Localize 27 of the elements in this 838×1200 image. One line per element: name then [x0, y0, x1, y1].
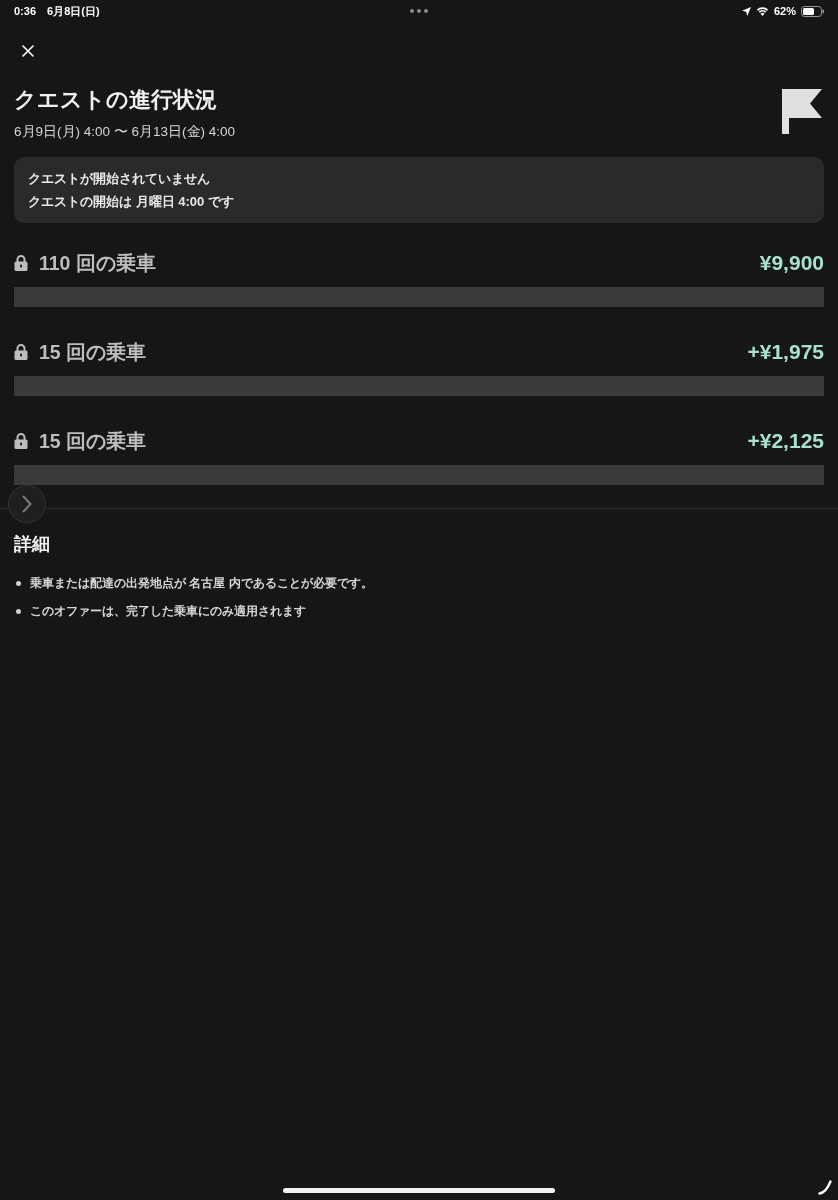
location-arrow-icon	[741, 6, 751, 16]
tier-label: 15 回の乗車	[39, 429, 147, 454]
details-heading: 詳細	[14, 533, 51, 556]
notice-text: クエストの開始は 月曜日 4:00 です	[28, 193, 235, 211]
battery-percentage: 62%	[773, 4, 796, 18]
page-title: クエストの進行状況	[14, 86, 218, 114]
close-icon	[22, 45, 34, 57]
status-time: 0:36	[14, 4, 37, 18]
quest-date-range: 6月9日(月) 4:00 〜 6月13日(金) 4:00	[14, 123, 236, 141]
chevron-right-icon	[22, 495, 32, 513]
curved-stroke-icon	[818, 1180, 832, 1195]
multitasking-dots-icon[interactable]	[410, 9, 428, 13]
tier-reward: +¥2,125	[747, 428, 824, 454]
tier-reward: ¥9,900	[759, 250, 824, 276]
detail-text: 乗車または配達の出発地点が 名古屋 内であることが必要です。	[30, 575, 373, 592]
notice-text: クエストが開始されていません	[28, 170, 211, 188]
wifi-icon	[755, 6, 769, 16]
tier-label: 15 回の乗車	[39, 340, 147, 365]
status-date: 6月8日(日)	[47, 4, 100, 18]
bullet-icon	[16, 580, 21, 586]
tier-label: 110 回の乗車	[39, 251, 156, 276]
bullet-icon	[16, 608, 21, 614]
battery-icon	[801, 5, 824, 17]
flag-icon	[782, 89, 822, 134]
side-expand-button[interactable]	[8, 485, 46, 523]
detail-text: このオファーは、完了した乗車にのみ適用されます	[30, 603, 306, 620]
tier-reward: +¥1,975	[747, 339, 824, 365]
